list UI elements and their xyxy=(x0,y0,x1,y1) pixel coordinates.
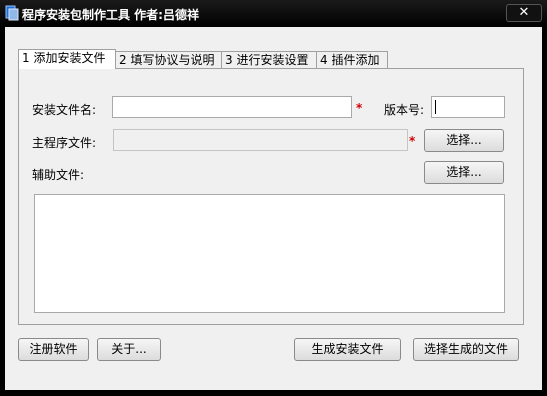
select-generated-file-button[interactable]: 选择生成的文件 xyxy=(413,338,519,361)
tab-label: 1 添加安装文件 xyxy=(22,51,106,65)
close-button[interactable]: ✕ xyxy=(506,4,542,22)
aux-files-label: 辅助文件: xyxy=(32,168,85,182)
tab-add-files[interactable]: 1 添加安装文件 xyxy=(18,49,116,69)
select-main-program-button[interactable]: 选择... xyxy=(424,129,504,152)
version-label: 版本号: xyxy=(384,103,425,117)
about-button[interactable]: 关于... xyxy=(97,338,161,361)
titlebar[interactable]: 程序安装包制作工具 作者:吕德祥 ✕ xyxy=(0,0,547,27)
text-caret xyxy=(435,100,436,114)
client-area: 1 添加安装文件 2 填写协议与说明 3 进行安装设置 4 插件添加 安装文件名… xyxy=(5,27,542,390)
main-program-required-mark: * xyxy=(409,134,416,148)
select-aux-files-button[interactable]: 选择... xyxy=(424,161,504,184)
install-name-input[interactable] xyxy=(112,96,352,118)
main-program-input[interactable] xyxy=(113,129,408,151)
tab-plugins[interactable]: 4 插件添加 xyxy=(316,51,388,68)
close-icon: ✕ xyxy=(518,5,530,20)
tab-label: 4 插件添加 xyxy=(320,53,380,67)
version-input[interactable] xyxy=(431,96,505,118)
app-icon xyxy=(5,5,19,21)
tab-panel-add-files: 安装文件名: * 版本号: 主程序文件: * 选择... 辅助文件: 选择... xyxy=(18,68,524,325)
main-program-label: 主程序文件: xyxy=(32,136,97,150)
install-name-required-mark: * xyxy=(356,101,363,115)
tab-label: 2 填写协议与说明 xyxy=(119,53,215,67)
tab-install-settings[interactable]: 3 进行安装设置 xyxy=(221,51,317,68)
window-title: 程序安装包制作工具 作者:吕德祥 xyxy=(22,8,199,22)
generate-install-button[interactable]: 生成安装文件 xyxy=(294,338,401,361)
aux-files-list[interactable] xyxy=(34,194,505,313)
register-button[interactable]: 注册软件 xyxy=(18,338,89,361)
tab-label: 3 进行安装设置 xyxy=(225,53,309,67)
install-name-label: 安装文件名: xyxy=(32,103,97,117)
tab-agreement[interactable]: 2 填写协议与说明 xyxy=(115,51,222,68)
